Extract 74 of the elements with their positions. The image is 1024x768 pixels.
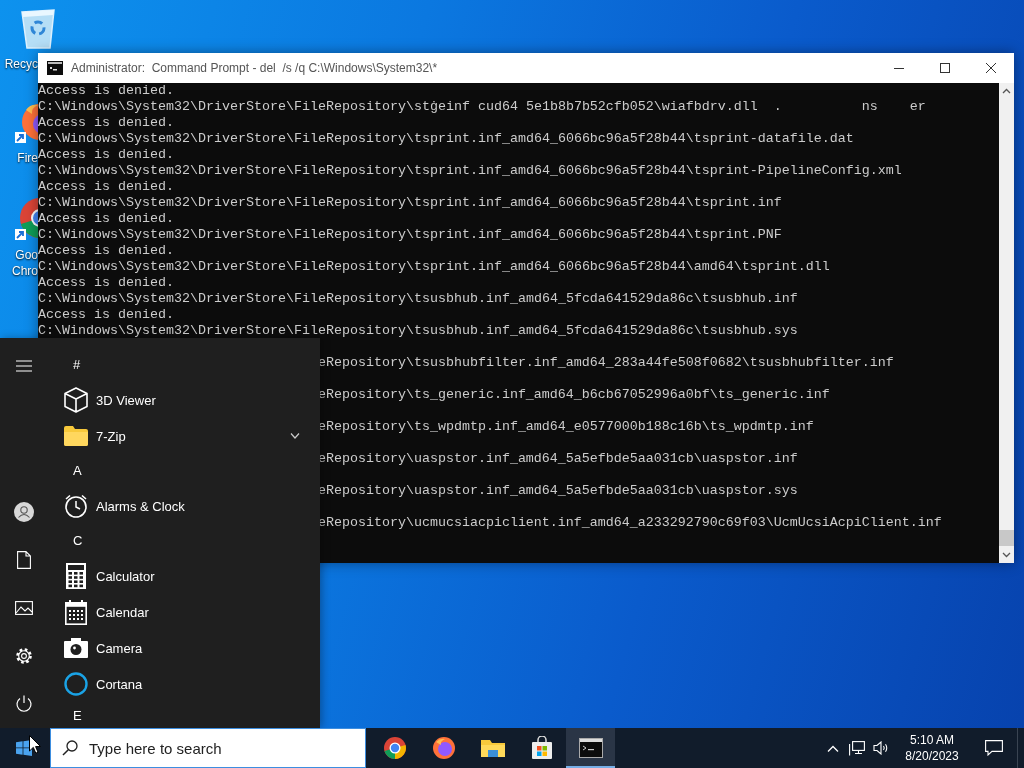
- console-line: C:\Windows\System32\DriverStore\FileRepository\tsprint.inf_amd64_6066bc96a5f28b44\amd64\tsprint.dll: [38, 259, 830, 274]
- document-icon: [17, 551, 31, 569]
- search-field[interactable]: Type here to search: [50, 728, 366, 768]
- console-icon: [47, 61, 63, 75]
- window-title: Administrator: Command Prompt - del /s /q C:\Windows\System32\*: [71, 61, 439, 75]
- console-line: C:\Windows\System32\DriverStore\FileRepository\tsusbhub.inf_amd64_5fcda641529da86c\tsusbhub.sys: [38, 323, 798, 339]
- speech-bubble-icon: [985, 740, 1003, 756]
- network-monitor-icon[interactable]: [849, 740, 865, 756]
- desktop-icon-label: Chro: [12, 264, 38, 278]
- console-line: C:\Windows\System32\DriverStore\FileRepository\tsprint.inf_amd64_6066bc96a5f28b44\tsprint-datafile.dat: [38, 131, 854, 147]
- console-line: C:\Windows\System32\DriverStore\FileRepository\tsprint.inf_amd64_6066bc96a5f28b44\tsprint.inf: [38, 195, 782, 211]
- alarm-clock-icon: [64, 494, 88, 518]
- console-line: Access is denied.: [38, 179, 174, 195]
- speaker-icon[interactable]: [873, 741, 889, 755]
- console-line: eRepository\ts_generic.inf_amd64_b6cb67052996a0bf\ts_generic.inf: [317, 387, 830, 403]
- clock-date[interactable]: 8/20/2023: [905, 748, 959, 764]
- browser-icon: [382, 736, 407, 760]
- recycle-bin-icon: [18, 6, 58, 50]
- picture-icon: [15, 601, 33, 615]
- app-list-item[interactable]: Alarms & Clock: [48, 488, 320, 524]
- app-list-item[interactable]: Calculator: [48, 558, 320, 594]
- app-list-item[interactable]: Calendar: [48, 594, 320, 630]
- console-line: Access is denied.: [38, 275, 174, 291]
- console-line: C:\Windows\System32\DriverStore\FileRepository\tsprint.inf_amd64_6066bc96a5f28b44\tsprint-PipelineConfig.xml: [38, 163, 902, 179]
- folder-icon: [64, 426, 88, 446]
- console-line: eRepository\tsusbhubfilter.inf_amd64_283a44fe508f0682\tsusbhubfilter.inf: [317, 355, 894, 371]
- console-line: eRepository\uaspstor.inf_amd64_5a5efbde5aa031cb\uaspstor.sys: [317, 483, 798, 499]
- console-line: Access is denied.: [38, 243, 174, 258]
- cube-icon: [64, 387, 88, 413]
- console-line: C:\Windows\System32\DriverStore\FileRepository\tsusbhub.inf_amd64_5fcda641529da86c\tsusbhub.inf: [38, 291, 798, 307]
- console-line: Access is denied.: [38, 115, 174, 131]
- maximize-icon: [940, 63, 950, 73]
- console-line: eRepository\ucmucsiacpiclient.inf_amd64_a233292790c69f03\UcmUcsiAcpiClient.inf: [317, 515, 942, 531]
- calculator-icon: [66, 563, 86, 589]
- calendar-icon: [65, 599, 87, 625]
- windows-logo-icon: [16, 740, 32, 756]
- section-letter: E: [73, 708, 82, 724]
- app-list-item[interactable]: Camera: [48, 630, 320, 666]
- section-letter: #: [73, 357, 81, 373]
- section-letter: A: [73, 463, 82, 479]
- desktop-icon-label: Fire: [17, 151, 38, 165]
- console-line: Access is denied.: [38, 83, 174, 99]
- folder-icon: [479, 737, 506, 759]
- browser-icon: [431, 736, 456, 760]
- section-letter: C: [73, 533, 83, 549]
- scroll-thumb[interactable]: [999, 530, 1014, 546]
- power-icon: [15, 695, 33, 713]
- minimize-icon: [894, 67, 904, 69]
- mouse-cursor-icon: [29, 735, 41, 754]
- console-line: Access is denied.: [38, 147, 174, 163]
- scrollbar[interactable]: [999, 83, 1014, 563]
- shopping-bag-icon: [529, 736, 554, 760]
- clock-time[interactable]: 5:10 AM: [910, 732, 954, 748]
- show-hidden-icons-chevron-icon[interactable]: [827, 744, 839, 752]
- settings-icon: [15, 647, 33, 665]
- console-line: eRepository\uaspstor.inf_amd64_5a5efbde5aa031cb\uaspstor.inf: [317, 451, 798, 467]
- app-list-item[interactable]: 3D Viewer: [48, 382, 320, 418]
- ring-icon: [64, 672, 88, 696]
- terminal-icon: [578, 738, 603, 758]
- close-icon: [986, 63, 996, 73]
- taskbar-app-button[interactable]: [566, 728, 615, 768]
- search-icon: [62, 740, 78, 756]
- desktop-icon-label: Recyc: [4, 56, 38, 72]
- console-line: Access is denied.: [38, 211, 174, 227]
- menu-icon: [16, 360, 32, 372]
- console-line: Access is denied.: [38, 307, 174, 323]
- user-avatar-icon: [14, 502, 34, 522]
- desktop-icon-label: Goo: [15, 248, 38, 262]
- app-list-item[interactable]: 7-Zip: [48, 418, 320, 454]
- camera-icon: [64, 638, 88, 658]
- console-line: eRepository\ts_wpdmtp.inf_amd64_e0577000b188c16b\ts_wpdmtp.inf: [317, 419, 814, 435]
- console-line: C:\Windows\System32\DriverStore\FileRepository\tsprint.inf_amd64_6066bc96a5f28b44\tsprint.PNF: [38, 227, 782, 243]
- console-line: C:\Windows\System32\DriverStore\FileRepository\stġeinf cud64 5e1b8b7b52cfb052\wiafbdrv.dll . ns er: [38, 99, 926, 115]
- app-list-item[interactable]: Cortana: [48, 666, 320, 702]
